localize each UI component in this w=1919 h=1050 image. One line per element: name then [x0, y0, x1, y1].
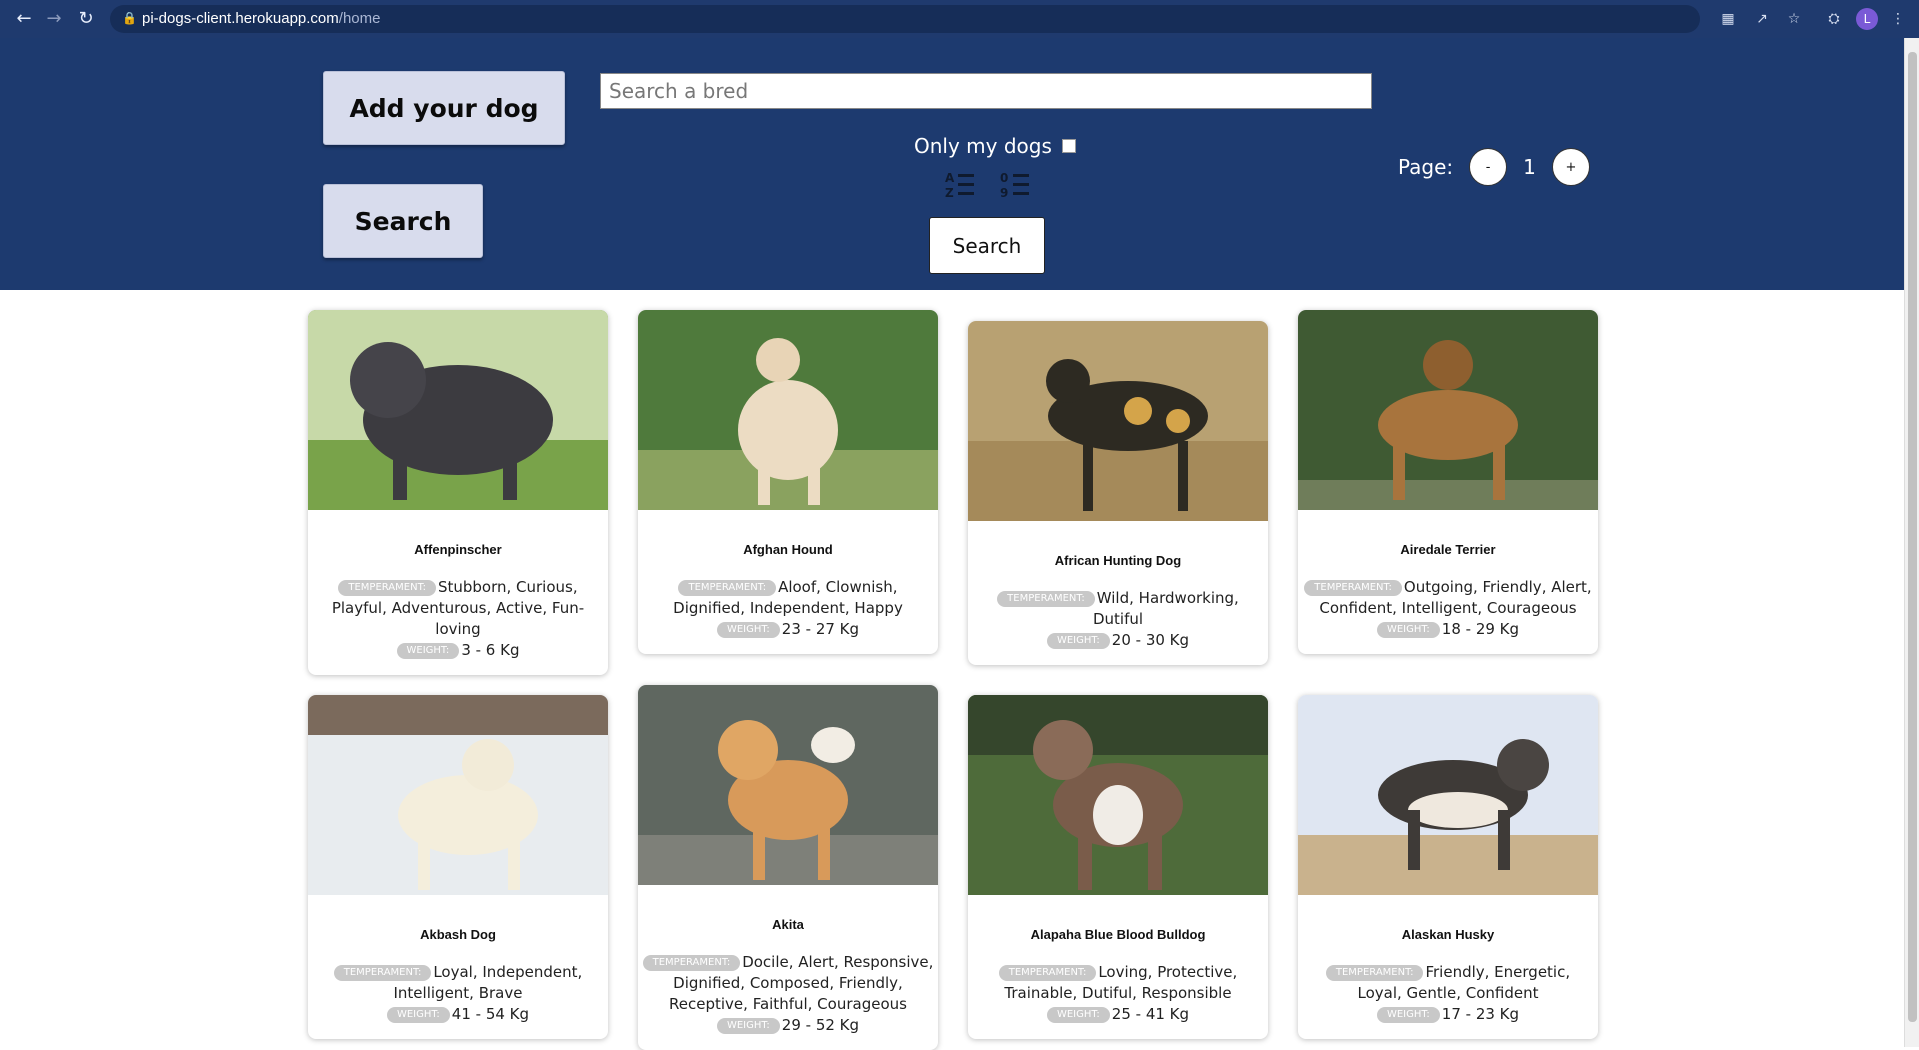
dog-weight: 29 - 52 Kg	[781, 1016, 860, 1034]
dog-card[interactable]: African Hunting Dog TEMPERAMENT: Wild, Ha…	[968, 321, 1268, 665]
add-dog-button[interactable]: Add your dog	[323, 71, 565, 145]
dog-card[interactable]: Akbash Dog TEMPERAMENT: Loyal, Independen…	[308, 695, 608, 1039]
dog-card[interactable]: Alapaha Blue Blood Bulldog TEMPERAMENT: L…	[968, 695, 1268, 1039]
temperament-badge: TEMPERAMENT:	[1304, 579, 1402, 596]
next-page-button[interactable]: +	[1551, 148, 1590, 186]
page-scrollbar[interactable]	[1904, 38, 1919, 1047]
weight-badge: WEIGHT:	[396, 642, 460, 659]
svg-text:A: A	[945, 171, 955, 185]
dog-weight: 3 - 6 Kg	[461, 641, 520, 659]
dog-photo	[968, 321, 1268, 521]
dog-name: Akbash Dog	[420, 927, 496, 942]
dog-photo	[968, 695, 1268, 895]
url-text: pi-dogs-client.herokuapp.com/home	[142, 10, 381, 27]
weight-badge: WEIGHT:	[1376, 1006, 1440, 1023]
dog-photo	[638, 310, 938, 510]
dog-weight: 23 - 27 Kg	[781, 620, 860, 638]
dog-name: Akita	[772, 917, 804, 932]
dog-name: Alaskan Husky	[1401, 927, 1495, 942]
search-submit-button[interactable]: Search	[929, 217, 1045, 274]
svg-text:0: 0	[1000, 171, 1008, 185]
only-my-dogs-filter[interactable]: Only my dogs	[914, 134, 1076, 158]
dog-card[interactable]: Airedale Terrier TEMPERAMENT: Outgoing, F…	[1298, 310, 1598, 654]
search-toggle-button[interactable]: Search	[323, 184, 483, 258]
dog-weight: 18 - 29 Kg	[1441, 620, 1520, 638]
temperament-badge: TEMPERAMENT:	[998, 964, 1097, 981]
dog-temperament: Wild, Hardworking, Dutiful	[1092, 589, 1239, 628]
dog-photo	[308, 310, 608, 510]
page-header: Add your dog Search Only my dogs A Z 0 9…	[0, 38, 1904, 290]
translate-icon[interactable]: ▦	[1718, 9, 1738, 29]
only-my-dogs-checkbox[interactable]	[1061, 139, 1076, 153]
dog-name: Affenpinscher	[414, 542, 502, 557]
back-icon[interactable]: ←	[12, 7, 36, 31]
dog-card[interactable]: Akita TEMPERAMENT: Docile, Alert, Respons…	[638, 685, 938, 1050]
dog-weight: 20 - 30 Kg	[1111, 631, 1190, 649]
sort-alpha-icon[interactable]: A Z	[944, 170, 976, 200]
dog-photo	[638, 685, 938, 885]
dog-photo	[1298, 310, 1598, 510]
dog-name: Afghan Hound	[743, 542, 833, 557]
dog-name: Airedale Terrier	[1400, 542, 1496, 557]
profile-avatar[interactable]: L	[1856, 8, 1878, 30]
share-icon[interactable]: ↗	[1752, 9, 1772, 29]
reload-icon[interactable]: ↻	[74, 7, 98, 31]
dog-name: African Hunting Dog	[1054, 553, 1182, 568]
browser-toolbar: ← → ↻ 🔒 pi-dogs-client.herokuapp.com/hom…	[0, 0, 1919, 38]
pagination: Page: - 1 +	[1398, 148, 1590, 186]
temperament-badge: TEMPERAMENT:	[997, 590, 1095, 607]
weight-badge: WEIGHT:	[1046, 1006, 1110, 1023]
dog-card[interactable]: Alaskan Husky TEMPERAMENT: Friendly, Ener…	[1298, 695, 1598, 1039]
dog-card[interactable]: Affenpinscher TEMPERAMENT: Stubborn, Curi…	[308, 310, 608, 675]
lock-icon: 🔒	[122, 11, 137, 25]
forward-icon[interactable]: →	[42, 7, 66, 31]
weight-badge: WEIGHT:	[1046, 632, 1110, 649]
address-bar[interactable]: 🔒 pi-dogs-client.herokuapp.com/home	[110, 5, 1700, 33]
dog-weight: 17 - 23 Kg	[1441, 1005, 1520, 1023]
weight-badge: WEIGHT:	[716, 1017, 780, 1034]
page-number: 1	[1523, 155, 1536, 179]
weight-badge: WEIGHT:	[386, 1006, 450, 1023]
dog-photo	[1298, 695, 1598, 895]
dog-photo	[308, 695, 608, 895]
prev-page-button[interactable]: -	[1469, 148, 1508, 186]
dog-weight: 41 - 54 Kg	[451, 1005, 530, 1023]
svg-text:9: 9	[1000, 186, 1008, 200]
temperament-badge: TEMPERAMENT:	[338, 579, 436, 596]
weight-badge: WEIGHT:	[716, 621, 780, 638]
scrollbar-thumb[interactable]	[1908, 52, 1917, 1022]
weight-badge: WEIGHT:	[1376, 621, 1440, 638]
bookmark-star-icon[interactable]: ☆	[1784, 9, 1804, 29]
sort-weight-icon[interactable]: 0 9	[999, 170, 1031, 200]
breed-search-input[interactable]	[600, 73, 1372, 109]
svg-text:Z: Z	[945, 186, 954, 200]
temperament-badge: TEMPERAMENT:	[678, 579, 777, 596]
dog-weight: 25 - 41 Kg	[1111, 1005, 1190, 1023]
dog-card[interactable]: Afghan Hound TEMPERAMENT: Aloof, Clownish…	[638, 310, 938, 654]
temperament-badge: TEMPERAMENT:	[642, 954, 741, 971]
extensions-icon[interactable]: ⛭	[1824, 9, 1844, 29]
menu-dots-icon[interactable]: ⋮	[1888, 9, 1908, 29]
only-my-dogs-label: Only my dogs	[914, 134, 1052, 158]
temperament-badge: TEMPERAMENT:	[1325, 964, 1424, 981]
temperament-badge: TEMPERAMENT:	[333, 964, 432, 981]
page-label: Page:	[1398, 155, 1454, 179]
dog-name: Alapaha Blue Blood Bulldog	[1030, 927, 1206, 942]
